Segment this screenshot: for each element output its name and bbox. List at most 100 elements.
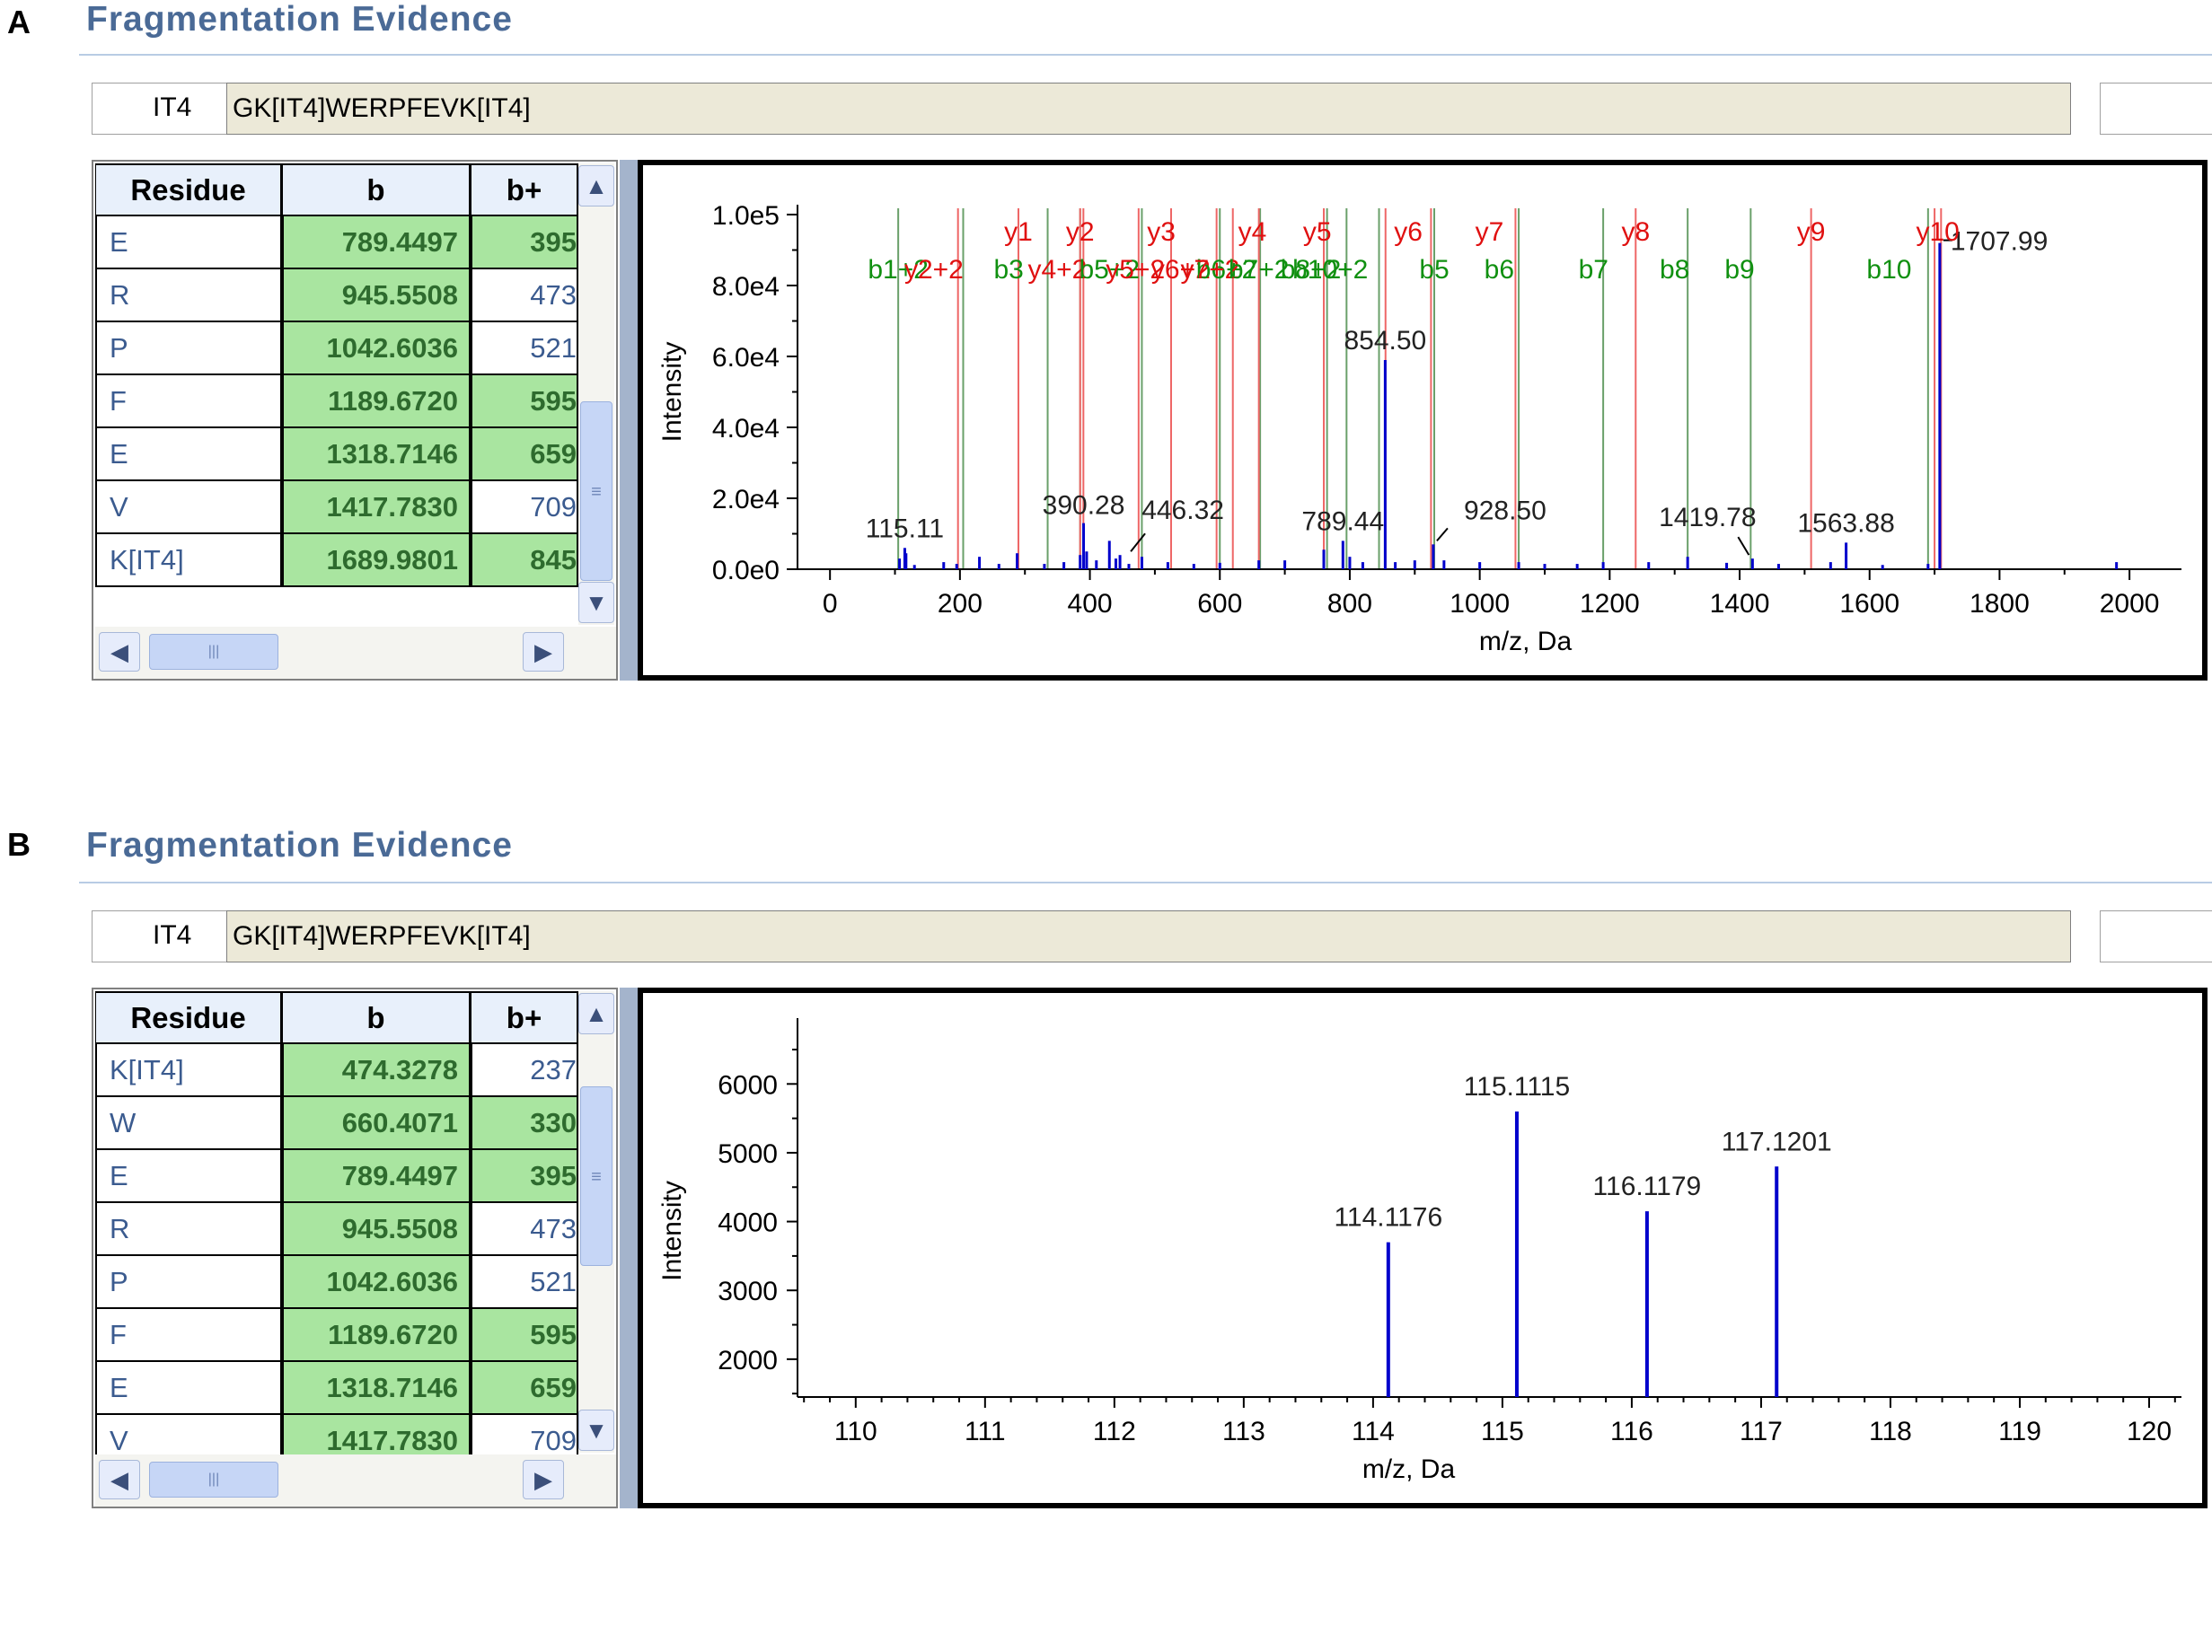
scroll-thumb[interactable]: |||: [149, 1462, 278, 1498]
b2-ion-cell: 395: [471, 216, 578, 269]
table-row[interactable]: E 1318.7146 659: [95, 1362, 578, 1415]
y-ion-label: y6: [1394, 217, 1423, 247]
peak-label: 390.28: [1043, 491, 1125, 521]
spectrum-chart: 0.0e0 2.0e4 4.0e4 6.0e4 8.0e4 1.0e5 0 200 400 600…: [638, 160, 2208, 681]
y-axis-label: Intensity: [657, 342, 687, 443]
residue-cell: P: [95, 322, 282, 375]
table-grid: Residue b b+ E 789.4497 395 R 945.5508 473 P…: [95, 163, 578, 587]
b-ion-cell: 1042.6036: [282, 1256, 471, 1309]
b2-ion-cell: 330: [471, 1097, 578, 1150]
residue-cell: E: [95, 216, 282, 269]
scroll-left-button[interactable]: ◀: [99, 632, 140, 672]
y-tick-label: 3000: [718, 1277, 778, 1306]
x-tick-label: 120: [2127, 1417, 2172, 1446]
sequence-field[interactable]: GK[IT4]WERPFEVK[IT4]: [226, 83, 2071, 135]
x-tick-label: 116: [1610, 1417, 1653, 1446]
table-row[interactable]: P 1042.6036 521: [95, 1256, 578, 1309]
table-row[interactable]: W 660.4071 330: [95, 1097, 578, 1150]
b-ion-label: b10+2: [1292, 255, 1368, 285]
b-ion-label: b9: [1724, 255, 1754, 285]
table-row[interactable]: E 789.4497 395: [95, 1150, 578, 1203]
vertical-scrollbar[interactable]: ▲ ≡ ▼: [578, 163, 614, 625]
label-leader: [1737, 536, 1750, 556]
x-tick-label: 110: [834, 1417, 877, 1446]
table-row[interactable]: K[IT4] 474.3278 237: [95, 1044, 578, 1097]
sequence-field[interactable]: GK[IT4]WERPFEVK[IT4]: [226, 910, 2071, 962]
horizontal-scrollbar[interactable]: ◀ ||| ▶: [95, 627, 616, 679]
scroll-up-button[interactable]: ▲: [578, 165, 614, 206]
y-ion-label: y2+2: [904, 255, 964, 285]
column-header-b[interactable]: b: [282, 991, 471, 1044]
b-ion-cell: 474.3278: [282, 1044, 471, 1097]
b-ion-label: b3: [993, 255, 1023, 285]
scroll-thumb[interactable]: |||: [149, 634, 278, 670]
residue-cell: F: [95, 375, 282, 428]
y-axis-label: Intensity: [657, 1181, 687, 1281]
residue-cell: E: [95, 1150, 282, 1203]
side-box[interactable]: [2100, 910, 2212, 962]
column-header-residue[interactable]: Residue: [95, 163, 282, 216]
table-row[interactable]: V 1417.7830 709: [95, 481, 578, 534]
table-row[interactable]: F 1189.6720 595: [95, 1309, 578, 1362]
y-tick-label: 4.0e4: [712, 414, 780, 444]
vertical-scrollbar[interactable]: ▲ ≡ ▼: [578, 991, 614, 1453]
peak-label: 114.1176: [1334, 1203, 1442, 1233]
b2-ion-cell: 521: [471, 322, 578, 375]
column-header-b2[interactable]: b+: [471, 163, 578, 216]
peak-label: 115.11: [866, 514, 944, 543]
table-row[interactable]: K[IT4] 1689.9801 845: [95, 534, 578, 587]
scroll-up-button[interactable]: ▲: [578, 993, 614, 1034]
column-header-b2[interactable]: b+: [471, 991, 578, 1044]
b-ion-cell: 1189.6720: [282, 1309, 471, 1362]
peak-label: 1563.88: [1797, 508, 1894, 538]
residue-cell: E: [95, 1362, 282, 1415]
b-ion-cell: 1318.7146: [282, 428, 471, 481]
residue-cell: R: [95, 269, 282, 322]
x-tick-label: 113: [1222, 1417, 1265, 1446]
peak-label: 116.1179: [1593, 1172, 1702, 1201]
table-row[interactable]: R 945.5508 473: [95, 1203, 578, 1256]
residue-cell: V: [95, 481, 282, 534]
table-row[interactable]: R 945.5508 473: [95, 269, 578, 322]
b-ion-cell: 945.5508: [282, 269, 471, 322]
table-row[interactable]: P 1042.6036 521: [95, 322, 578, 375]
residue-cell: K[IT4]: [95, 1044, 282, 1097]
x-tick-label: 119: [1998, 1417, 2041, 1446]
y-tick-label: 0.0e0: [712, 556, 780, 585]
b-ion-cell: 1318.7146: [282, 1362, 471, 1415]
scroll-down-button[interactable]: ▼: [578, 582, 614, 623]
b-ion-cell: 789.4497: [282, 1150, 471, 1203]
table-header: Residue b b+: [95, 991, 578, 1044]
scroll-left-button[interactable]: ◀: [99, 1460, 140, 1499]
table-grid: Residue b b+ K[IT4] 474.3278 237 W 660.4071…: [95, 991, 578, 1468]
scroll-thumb[interactable]: ≡: [580, 1086, 612, 1266]
scroll-down-button[interactable]: ▼: [578, 1410, 614, 1451]
scroll-right-button[interactable]: ▶: [523, 1460, 564, 1499]
scroll-right-button[interactable]: ▶: [523, 632, 564, 672]
b-ion-label: b10: [1866, 255, 1911, 285]
y-tick-label: 6000: [718, 1070, 778, 1100]
pane-splitter[interactable]: [620, 160, 638, 681]
horizontal-scrollbar[interactable]: ◀ ||| ▶: [95, 1454, 616, 1507]
fragment-table: Residue b b+ E 789.4497 395 R 945.5508 473 P…: [92, 160, 618, 681]
title-divider: [79, 54, 2212, 56]
b2-ion-cell: 659: [471, 428, 578, 481]
x-tick-label: 114: [1352, 1417, 1395, 1446]
x-tick-label: 1600: [1839, 589, 1899, 619]
y-tick-label: 1.0e5: [712, 201, 780, 231]
peak-label: 789.44: [1301, 506, 1384, 536]
b2-ion-cell: 473: [471, 1203, 578, 1256]
y-tick-label: 5000: [718, 1139, 778, 1169]
b-ion-cell: 660.4071: [282, 1097, 471, 1150]
b-ion-label: b6: [1485, 255, 1514, 285]
column-header-residue[interactable]: Residue: [95, 991, 282, 1044]
table-row[interactable]: E 789.4497 395: [95, 216, 578, 269]
table-row[interactable]: F 1189.6720 595: [95, 375, 578, 428]
pane-splitter[interactable]: [620, 988, 638, 1508]
side-box[interactable]: [2100, 83, 2212, 135]
scroll-thumb[interactable]: ≡: [580, 401, 612, 581]
column-header-b[interactable]: b: [282, 163, 471, 216]
b-ion-label: b5: [1419, 255, 1449, 285]
id-label: IT4: [153, 92, 192, 122]
table-row[interactable]: E 1318.7146 659: [95, 428, 578, 481]
